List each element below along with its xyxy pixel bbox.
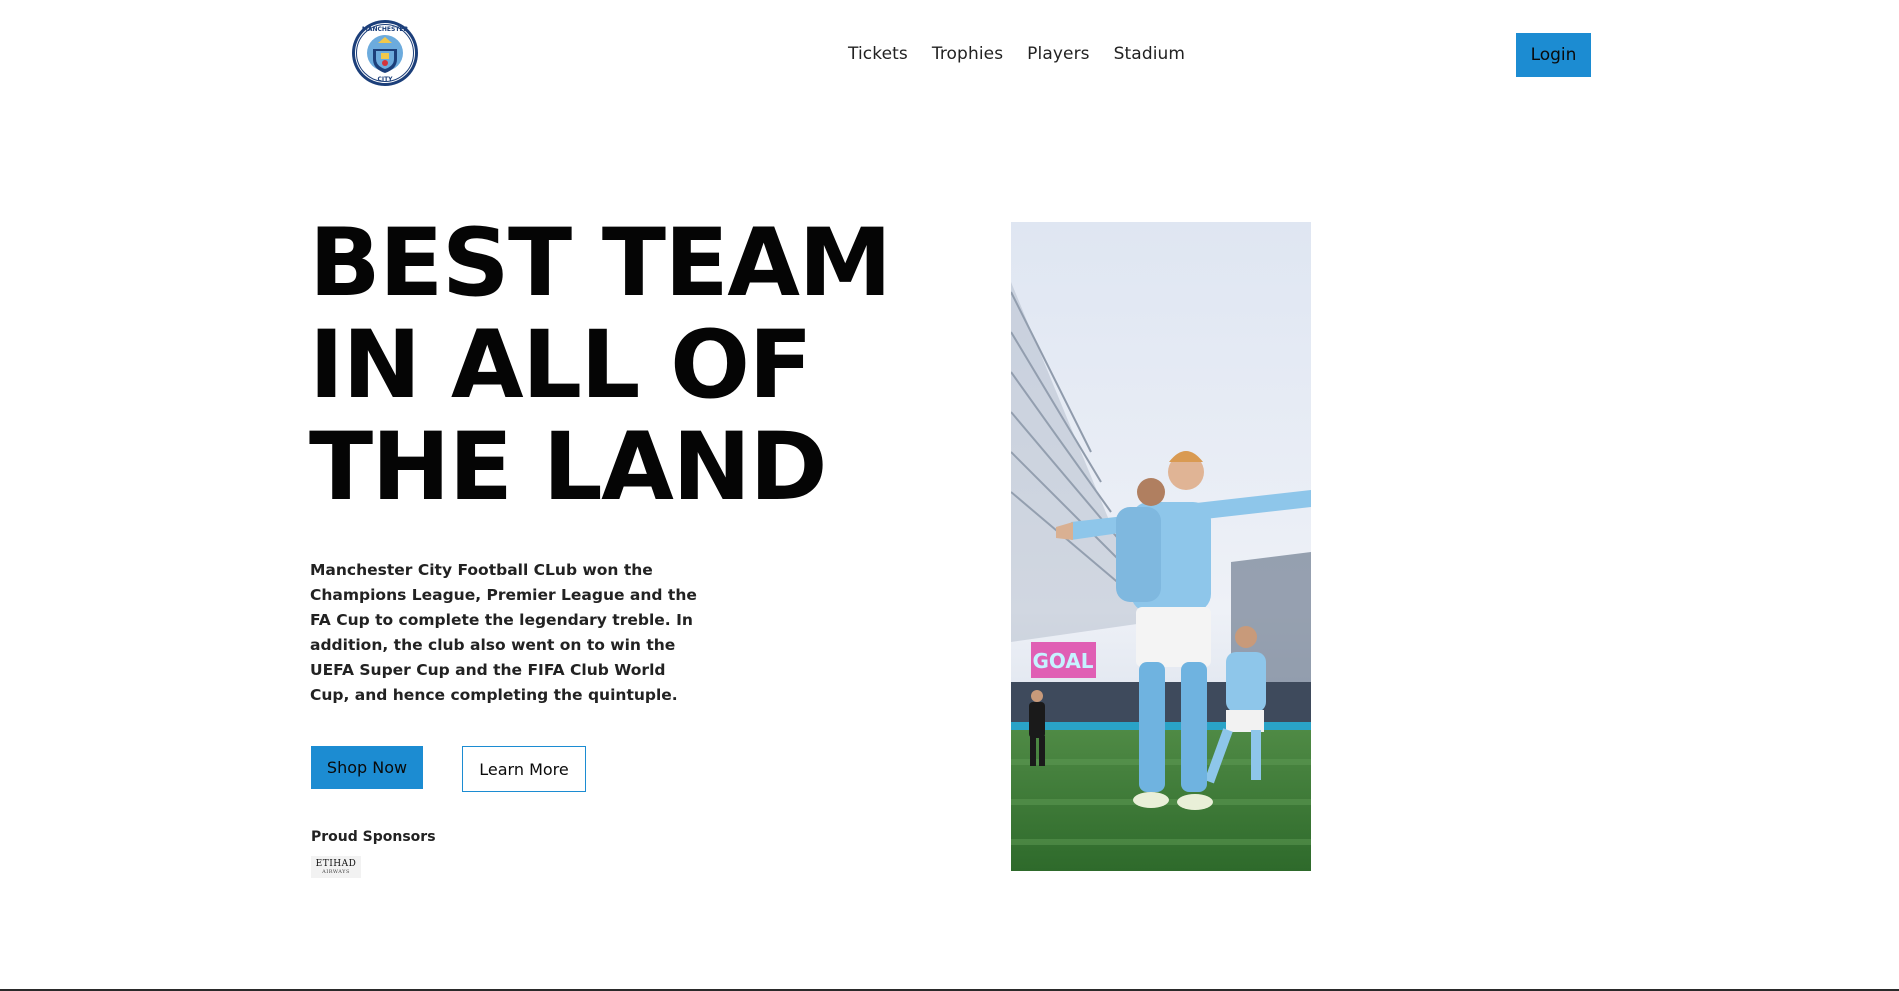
svg-text:MANCHESTER: MANCHESTER <box>362 26 409 33</box>
page: MANCHESTER CITY Tickets Trophies Players… <box>0 0 1899 991</box>
hero-title-line-3: THE LAND <box>309 413 828 522</box>
svg-text:CITY: CITY <box>377 76 393 83</box>
sponsors-label: Proud Sponsors <box>311 829 436 845</box>
main-nav: Tickets Trophies Players Stadium <box>848 44 1185 64</box>
hero-title-line-1: BEST TEAM <box>309 209 892 318</box>
learn-more-button[interactable]: Learn More <box>462 746 586 792</box>
shop-now-button[interactable]: Shop Now <box>311 746 423 789</box>
sponsor-logo-subtext: AIRWAYS <box>322 868 350 875</box>
sponsor-logo-text: ETIHAD <box>315 858 357 869</box>
nav-tickets[interactable]: Tickets <box>848 44 908 64</box>
hero-title-line-2: IN ALL OF <box>309 311 813 420</box>
login-button[interactable]: Login <box>1516 33 1591 77</box>
nav-stadium[interactable]: Stadium <box>1114 44 1185 64</box>
hero-description: Manchester City Football CLub won the Ch… <box>310 561 697 704</box>
svg-text:GOAL: GOAL <box>1032 649 1093 673</box>
club-crest-icon[interactable]: MANCHESTER CITY <box>351 19 419 87</box>
hero-title: BEST TEAM IN ALL OF THE LAND <box>309 213 949 519</box>
sponsor-logo-icon[interactable]: ETIHAD AIRWAYS <box>311 856 361 878</box>
nav-trophies[interactable]: Trophies <box>932 44 1003 64</box>
hero-photo: GOAL <box>1011 222 1311 871</box>
nav-players[interactable]: Players <box>1027 44 1089 64</box>
